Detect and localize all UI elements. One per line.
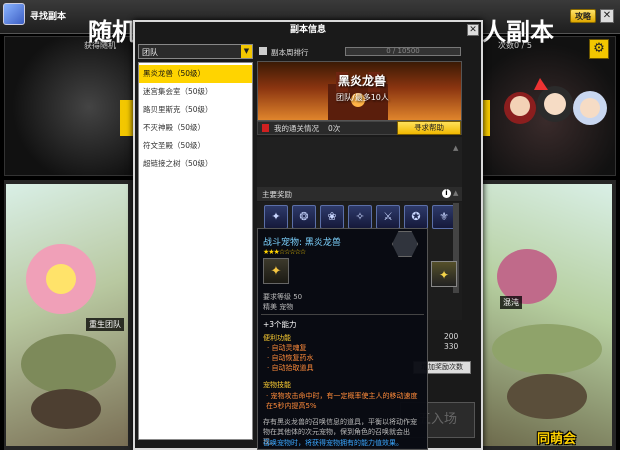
land-blob: [21, 334, 116, 394]
clear-count: 0次: [328, 124, 341, 133]
utility-line: · 自动灵魂复: [267, 344, 307, 352]
utility-label: 便利功能: [263, 334, 291, 342]
boss-name: 黑炎龙兽: [338, 74, 387, 88]
request-help-button[interactable]: 寻求帮助: [397, 121, 461, 135]
dungeon-list-item[interactable]: 符文圣殿（50级）: [139, 137, 252, 155]
clear-status-label: 我的通关情况: [274, 124, 319, 133]
dungeon-list-item[interactable]: 不灭神殿（50级）: [139, 119, 252, 137]
tooltip-title: 战斗宠物: 黑炎龙兽: [263, 238, 341, 248]
dialog-title: 副本信息: [289, 25, 326, 35]
chaos-island[interactable]: [482, 184, 612, 446]
characters-illustration: [504, 78, 607, 125]
reward-item-slot[interactable]: ✦: [264, 205, 288, 229]
item-effect-note: 召唤宠物时，将获得宠物拥有的能力值效果。: [263, 439, 403, 447]
close-dialog-button[interactable]: ✕: [467, 24, 479, 36]
scroll-up-icon[interactable]: ▲: [453, 189, 458, 197]
rock-blob: [31, 389, 101, 429]
dungeon-list-item[interactable]: 黑炎龙兽（50级）: [139, 65, 252, 83]
window-title: 寻找副本: [30, 12, 67, 22]
rank-progress-text: 0 / 10500: [386, 47, 420, 55]
heroes-island[interactable]: [6, 184, 128, 446]
ability-count: +3个能力: [263, 320, 297, 329]
scroll-up-icon[interactable]: ▲: [453, 144, 458, 152]
description-area: [257, 137, 462, 189]
random-dungeon-subtitle: 获得随机: [84, 41, 116, 50]
flower-blob: [46, 264, 76, 294]
boss-party-mode: 团队/最多10人: [336, 93, 389, 102]
watermark-logo: 同萌会: [537, 432, 577, 447]
rank-label: 副本周排行: [271, 48, 309, 57]
reward-item-slot[interactable]: ⚔: [376, 205, 400, 229]
utility-line: · 自动拾取道具: [267, 364, 314, 372]
gear-icon[interactable]: ⚙: [589, 39, 609, 59]
reward-item-slot[interactable]: ✪: [404, 205, 428, 229]
item-category: 精美 宠物: [263, 303, 294, 311]
utility-line: · 自动恢复药水: [267, 354, 314, 362]
info-icon[interactable]: i: [442, 189, 451, 198]
flag-icon: [262, 124, 269, 132]
chaos-label: 混沌: [500, 296, 522, 309]
guide-button[interactable]: 攻略: [570, 9, 596, 23]
boss-illustration: [257, 61, 462, 121]
dungeon-list-item[interactable]: 迷宫集会室（50级）: [139, 83, 252, 101]
mode-filter-value: 团队: [142, 48, 158, 57]
land-blob: [492, 324, 602, 374]
pet-skill-description: · 宠物攻击命中时，有一定概率使主人的移动速度在5秒内提高5%: [266, 392, 418, 410]
dungeon-cube-icon: [3, 3, 25, 25]
stat-value: 200: [444, 332, 459, 341]
required-level: 要求等级 50: [263, 293, 303, 301]
pet-item-icon: ✦: [263, 258, 289, 284]
rock-blob: [507, 374, 587, 419]
reward-item-slot[interactable]: ❂: [292, 205, 316, 229]
chevron-down-icon[interactable]: ▼: [241, 45, 252, 58]
reward-item-slot[interactable]: ✦: [431, 261, 457, 287]
heroes-label: 重生团队: [86, 318, 124, 331]
close-window-button[interactable]: ✕: [600, 9, 614, 23]
reward-item-slot[interactable]: ✧: [348, 205, 372, 229]
pet-skill-label: 宠物技能: [263, 381, 291, 389]
ranking-icon: [259, 47, 267, 55]
star-rating: ★★★☆☆☆☆☆: [263, 248, 306, 256]
dungeon-list-item[interactable]: 路贝里斯克（50级）: [139, 101, 252, 119]
tooltip-divider: [261, 314, 424, 315]
dungeon-attempts: 次数0 / 5: [498, 41, 532, 50]
reward-item-slot[interactable]: ❀: [320, 205, 344, 229]
main-reward-label: 主要奖励: [262, 190, 292, 199]
stat-value: 330: [444, 342, 459, 351]
dungeon-list-item[interactable]: 超链接之树（50级）: [139, 155, 252, 173]
